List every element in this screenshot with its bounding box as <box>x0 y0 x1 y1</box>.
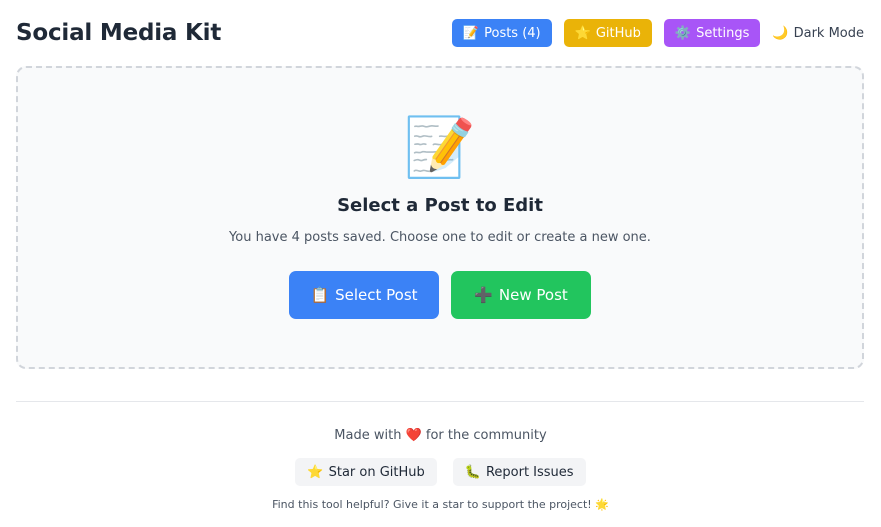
made-with-suffix: for the community <box>425 428 547 443</box>
app-title: Social Media Kit <box>16 20 222 46</box>
settings-button[interactable]: ⚙️ Settings <box>663 19 761 47</box>
github-button-label: GitHub <box>595 25 641 41</box>
star-icon: ⭐ <box>574 25 591 41</box>
heart-icon: ❤️ <box>405 428 422 443</box>
footer-note: Find this tool helpful? Give it a star t… <box>272 498 609 511</box>
star-icon: ⭐ <box>307 464 324 480</box>
empty-state-panel: 📝 Select a Post to Edit You have 4 posts… <box>16 66 864 369</box>
moon-icon: 🌙 <box>772 25 789 41</box>
star-on-github-label: Star on GitHub <box>328 464 425 480</box>
select-post-button[interactable]: 📋 Select Post <box>289 271 439 319</box>
empty-state-actions: 📋 Select Post ➕ New Post <box>18 271 862 319</box>
empty-state-subtitle: You have 4 posts saved. Choose one to ed… <box>229 230 651 245</box>
top-nav: 📝 Posts (4) ⭐ GitHub ⚙️ Settings 🌙 Dark … <box>440 19 864 47</box>
memo-icon: 📝 <box>462 25 480 41</box>
star-on-github-button[interactable]: ⭐ Star on GitHub <box>295 458 437 486</box>
clipboard-icon: 📋 <box>310 286 330 304</box>
made-with-text: Made with ❤️ for the community <box>0 428 881 443</box>
empty-state-title: Select a Post to Edit <box>337 195 543 216</box>
posts-button[interactable]: 📝 Posts (4) <box>451 19 552 47</box>
new-post-label: New Post <box>498 286 568 304</box>
app-header: Social Media Kit 📝 Posts (4) ⭐ GitHub ⚙️… <box>16 17 864 49</box>
plus-icon: ➕ <box>474 286 493 304</box>
posts-button-label: Posts (4) <box>484 25 541 41</box>
footer-divider <box>16 401 864 402</box>
made-with-prefix: Made with <box>334 428 402 443</box>
dark-mode-toggle[interactable]: 🌙 Dark Mode <box>772 19 864 47</box>
memo-icon: 📝 <box>403 113 477 181</box>
bug-icon: 🐛 <box>464 464 481 480</box>
new-post-button[interactable]: ➕ New Post <box>451 271 591 319</box>
report-issues-button[interactable]: 🐛 Report Issues <box>452 458 586 486</box>
footer-actions: ⭐ Star on GitHub 🐛 Report Issues <box>0 458 881 486</box>
github-button[interactable]: ⭐ GitHub <box>563 19 652 47</box>
report-issues-label: Report Issues <box>485 464 574 480</box>
select-post-label: Select Post <box>335 286 418 304</box>
dark-mode-label: Dark Mode <box>793 25 864 41</box>
settings-button-label: Settings <box>696 25 750 41</box>
gear-icon: ⚙️ <box>674 25 692 41</box>
